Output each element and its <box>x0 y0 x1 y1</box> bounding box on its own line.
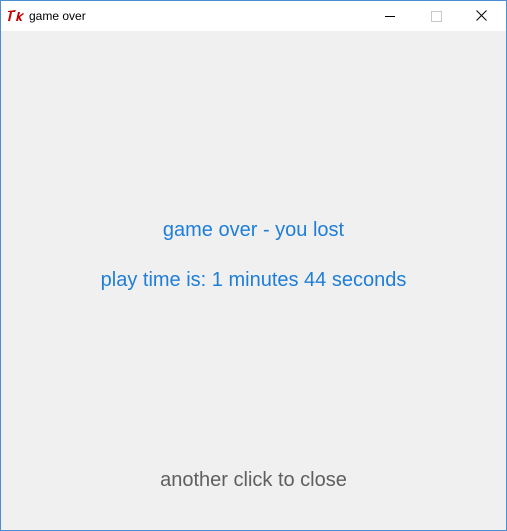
title-bar[interactable]: game over <box>1 1 506 31</box>
close-hint-message: another click to close <box>160 469 347 491</box>
game-over-window: game over game over - you lost play time… <box>0 0 507 531</box>
play-time-message: play time is: 1 minutes 44 seconds <box>100 269 407 291</box>
maximize-button[interactable] <box>413 1 459 31</box>
game-over-canvas[interactable]: game over - you lost play time is: 1 min… <box>1 31 506 530</box>
close-button[interactable] <box>459 1 505 31</box>
tk-feather-icon <box>7 8 25 24</box>
minimize-button[interactable] <box>367 1 413 31</box>
window-title: game over <box>29 9 86 23</box>
game-over-message: game over - you lost <box>162 219 345 241</box>
